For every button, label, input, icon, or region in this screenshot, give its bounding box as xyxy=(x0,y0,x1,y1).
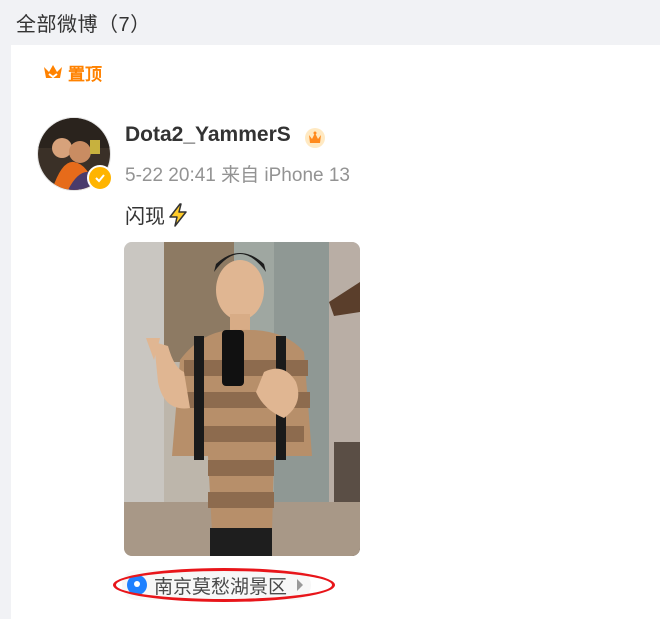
pinned-badge: 置顶 xyxy=(42,60,102,84)
verified-badge-icon xyxy=(87,165,113,191)
pinned-label: 置顶 xyxy=(68,64,102,84)
post-text: 闪现 xyxy=(125,200,189,229)
location-highlight-annotation xyxy=(113,568,335,602)
pin-crown-icon xyxy=(44,65,62,79)
post-text-content: 闪现 xyxy=(125,206,165,228)
post-meta[interactable]: 5-22 20:41 来自 iPhone 13 xyxy=(125,160,350,187)
crown-icon[interactable] xyxy=(304,127,326,149)
header-bar: 全部微博（7） xyxy=(0,0,660,44)
post-image[interactable] xyxy=(124,242,360,556)
username[interactable]: Dota2_YammerS xyxy=(125,123,291,147)
page-title: 全部微博（7） xyxy=(16,14,151,36)
lightning-icon xyxy=(169,202,187,227)
avatar[interactable] xyxy=(37,117,113,191)
